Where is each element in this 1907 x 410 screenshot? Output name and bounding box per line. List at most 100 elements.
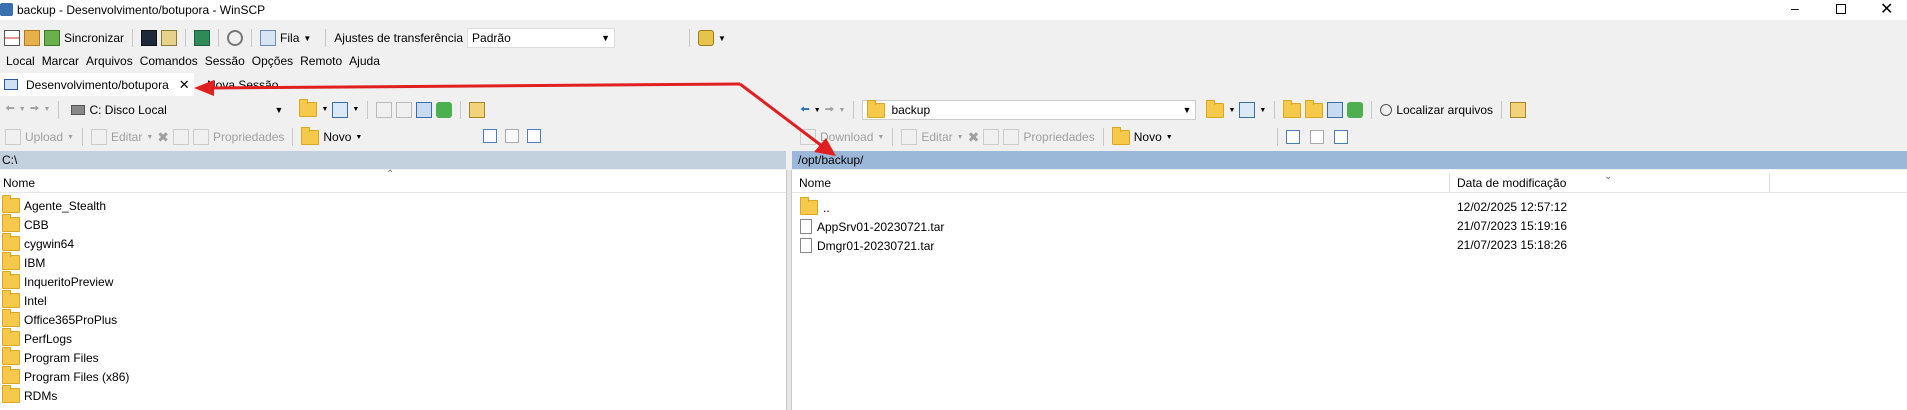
edit-button[interactable]: Editar ▼ xyxy=(901,126,964,148)
refresh-icon[interactable] xyxy=(436,101,453,118)
list-item[interactable]: Program Files xyxy=(0,347,99,367)
sync-button[interactable]: Sincronizar xyxy=(44,27,124,49)
minimize-icon[interactable]: – xyxy=(1791,0,1799,16)
upload-icon xyxy=(5,129,21,145)
transfer-settings-select[interactable]: Padrão ▼ xyxy=(467,28,616,48)
filter-select-icon[interactable] xyxy=(527,129,541,143)
sync-icon xyxy=(44,30,60,46)
list-item-name: InqueritoPreview xyxy=(24,274,114,289)
sites-icon[interactable] xyxy=(24,30,40,46)
delete-icon[interactable]: ✖ xyxy=(157,129,169,146)
folder-icon xyxy=(2,214,20,232)
back-icon[interactable]: 🠨 xyxy=(800,100,810,121)
select-all-icon[interactable] xyxy=(1285,130,1300,144)
rename-icon[interactable] xyxy=(173,129,189,145)
list-item-date: 12/02/2025 12:57:12 xyxy=(1457,200,1568,214)
settings-gear-icon[interactable] xyxy=(227,30,244,46)
list-item[interactable]: PerfLogs xyxy=(0,328,72,348)
customize-icon[interactable] xyxy=(698,30,715,46)
select-all-icon[interactable] xyxy=(483,129,497,143)
tree-icon[interactable] xyxy=(469,101,486,118)
list-item[interactable]: Office365ProPlus xyxy=(0,309,118,329)
list-item[interactable]: IBM xyxy=(0,252,45,272)
list-item-name: Office365ProPlus xyxy=(24,312,118,327)
filter-icon[interactable] xyxy=(332,101,349,118)
list-item-name: AppSrv01-20230721.tar xyxy=(817,219,945,234)
new-button[interactable]: Novo ▼ xyxy=(1111,126,1173,148)
rename-icon[interactable] xyxy=(983,129,1000,145)
list-item[interactable]: cygwin64 xyxy=(0,233,74,253)
properties-button[interactable]: Propriedades xyxy=(193,126,284,148)
right-nav-toolbar: 🠨 ▼ 🠪 ▼ backup ▼ ▼ ▼ Localizar arquivos xyxy=(792,98,1907,120)
parent-dir-icon[interactable] xyxy=(376,101,393,118)
menu-item[interactable]: Comandos xyxy=(140,54,198,68)
list-item[interactable]: .. 12/02/2025 12:57:12 xyxy=(792,197,1792,217)
new-button[interactable]: Novo ▼ xyxy=(301,126,362,148)
unselect-icon[interactable] xyxy=(1309,130,1324,144)
right-folder-select[interactable]: backup ▼ xyxy=(862,99,1197,120)
chevron-down-icon[interactable]: ▼ xyxy=(718,34,726,43)
edit-label: Editar xyxy=(110,130,143,144)
left-col-name[interactable]: Nome xyxy=(0,176,35,190)
menu-item[interactable]: Sessão xyxy=(205,54,245,68)
close-tab-icon[interactable]: ✕ xyxy=(179,77,190,93)
right-col-name[interactable]: Nome xyxy=(799,176,831,190)
menu-item[interactable]: Marcar xyxy=(42,54,79,68)
tab-new-session[interactable]: Nova Sessão xyxy=(207,73,278,96)
folder-icon xyxy=(2,385,20,403)
terminal-icon[interactable] xyxy=(141,30,158,46)
right-path-bar: /opt/backup/ xyxy=(792,151,1907,169)
menu-item[interactable]: Remoto xyxy=(300,54,342,68)
transfer-settings-label: Ajustes de transferência xyxy=(334,31,464,45)
unselect-icon[interactable] xyxy=(505,129,519,143)
open-folder-icon[interactable] xyxy=(1206,99,1225,118)
restore-icon[interactable] xyxy=(1836,4,1846,14)
filter-select-icon[interactable] xyxy=(1333,130,1348,144)
parent-dir-icon[interactable] xyxy=(1283,99,1302,118)
refresh-icon[interactable] xyxy=(1347,102,1364,118)
putty-icon[interactable] xyxy=(161,30,178,46)
upload-button[interactable]: Upload ▼ xyxy=(5,126,74,148)
new-session-icon[interactable] xyxy=(4,30,20,46)
menu-item[interactable]: Arquivos xyxy=(86,54,133,68)
download-label: Download xyxy=(820,130,874,144)
left-drive-select[interactable]: C: Disco Local ▼ xyxy=(67,100,287,120)
forward-icon[interactable]: 🠪 xyxy=(30,99,40,120)
tab-session-active[interactable]: Desenvolvimento/botupora ✕ xyxy=(0,73,194,96)
delete-icon[interactable]: ✖ xyxy=(968,129,980,146)
left-column-header: Nome ⌃ xyxy=(0,169,786,193)
window-title: backup - Desenvolvimento/botupora - WinS… xyxy=(17,3,266,17)
open-folder-icon[interactable] xyxy=(299,99,318,117)
root-dir-icon[interactable] xyxy=(1305,99,1324,118)
menu-item[interactable]: Ajuda xyxy=(349,54,380,68)
root-dir-icon[interactable] xyxy=(396,101,413,118)
list-item[interactable]: CBB xyxy=(0,214,49,234)
home-icon[interactable] xyxy=(416,101,433,118)
list-item[interactable]: AppSrv01-20230721.tar 21/07/2023 15:19:16 xyxy=(792,217,1792,236)
compare-icon[interactable] xyxy=(194,30,211,46)
properties-button[interactable]: Propriedades xyxy=(1003,126,1095,148)
list-item[interactable]: RDMs xyxy=(0,385,57,405)
list-item[interactable]: Agente_Stealth xyxy=(0,195,106,215)
tree-icon[interactable] xyxy=(1510,102,1527,118)
folder-icon xyxy=(2,233,20,251)
back-icon[interactable]: 🠨 xyxy=(5,99,15,120)
edit-button[interactable]: Editar ▼ xyxy=(90,126,153,148)
chevron-down-icon: ▼ xyxy=(601,33,611,43)
forward-icon[interactable]: 🠪 xyxy=(825,100,835,121)
right-col-date[interactable]: Data de modificação xyxy=(1457,176,1566,190)
list-item[interactable]: Intel xyxy=(0,290,47,310)
list-item[interactable]: InqueritoPreview xyxy=(0,271,114,291)
list-item[interactable]: Dmgr01-20230721.tar 21/07/2023 15:18:26 xyxy=(792,236,1792,255)
download-button[interactable]: Download ▼ xyxy=(800,126,884,148)
close-window-icon[interactable]: ✕ xyxy=(1880,0,1893,19)
new-label: Novo xyxy=(1133,130,1162,144)
queue-button[interactable]: Fila ▼ xyxy=(260,27,311,49)
menu-bar: Local Marcar Arquivos Comandos Sessão Opções R… xyxy=(0,51,1907,71)
filter-icon[interactable] xyxy=(1239,102,1256,118)
menu-item[interactable]: Local xyxy=(6,54,35,68)
home-icon[interactable] xyxy=(1327,102,1344,118)
list-item[interactable]: Program Files (x86) xyxy=(0,366,129,386)
menu-item[interactable]: Opções xyxy=(252,54,293,68)
find-files-button[interactable]: Localizar arquivos xyxy=(1380,99,1493,121)
